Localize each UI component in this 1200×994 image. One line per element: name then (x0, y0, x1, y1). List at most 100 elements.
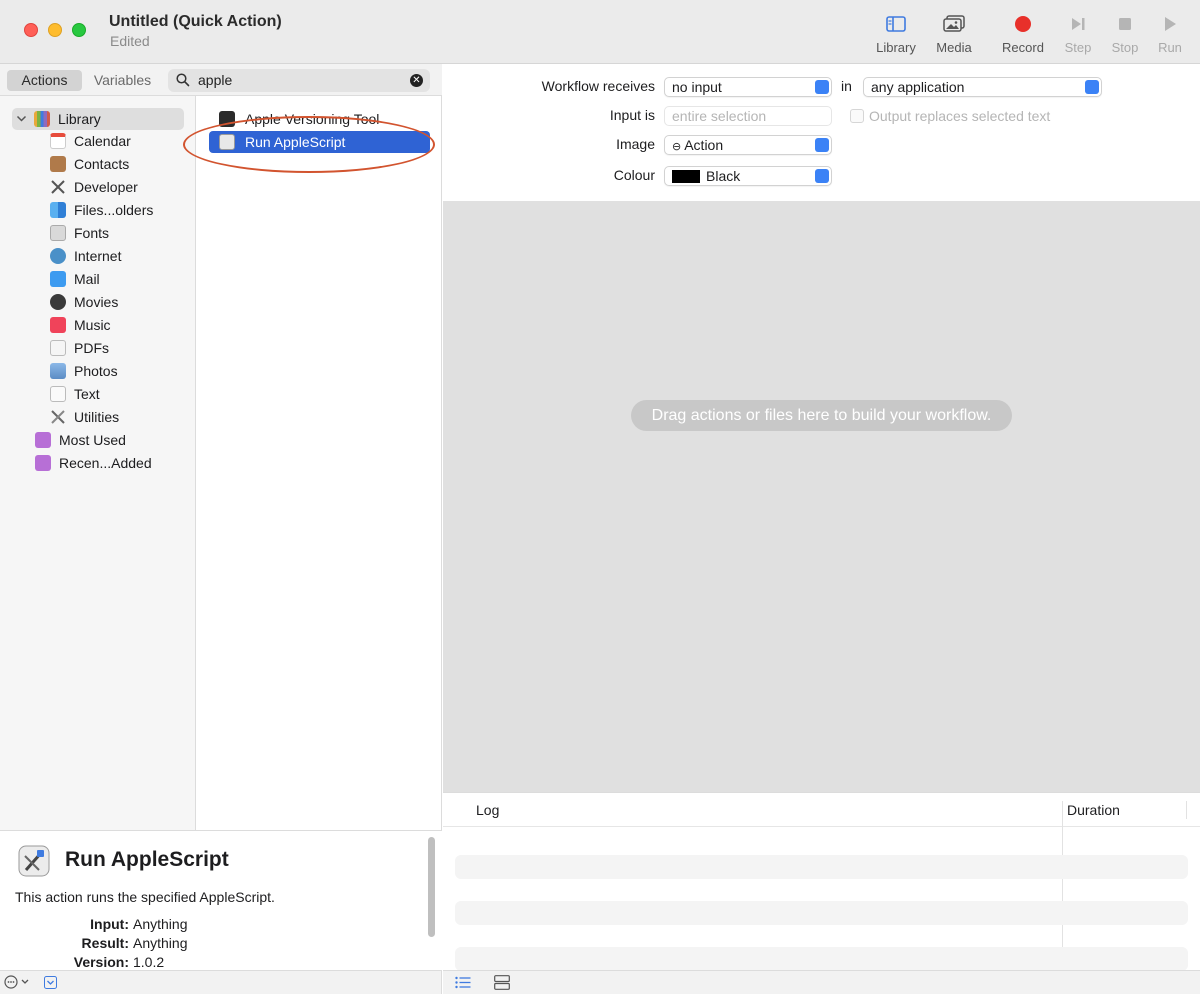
sidebar-item-label: Music (74, 317, 111, 333)
version-value: 1.0.2 (133, 954, 165, 970)
action-description-pane: Run AppleScript This action runs the spe… (0, 830, 442, 970)
sidebar-item-utilities[interactable]: Utilities (0, 406, 196, 428)
calendar-icon (50, 133, 66, 149)
application-popup[interactable]: any application (863, 77, 1102, 97)
text-icon (50, 386, 66, 402)
variables-tab[interactable]: Variables (86, 70, 159, 91)
zoom-window-button[interactable] (72, 23, 86, 37)
popup-stepper-icon (815, 138, 829, 152)
sidebar-item-developer[interactable]: Developer (0, 176, 196, 198)
clear-search-icon[interactable]: ✕ (410, 74, 423, 87)
log-pane: Log Duration (443, 792, 1200, 971)
sidebar-item-label: PDFs (74, 340, 109, 356)
record-icon (993, 10, 1053, 38)
library-root-item[interactable]: Library (12, 108, 184, 130)
sidebar-item-fonts[interactable]: Fonts (0, 222, 196, 244)
media-toolbar-button[interactable]: Media (924, 10, 984, 55)
input-is-value: entire selection (672, 108, 767, 124)
sidebar-item-label: Mail (74, 271, 100, 287)
colour-popup[interactable]: Black (664, 166, 832, 186)
sidebar-item-recently-added[interactable]: Recen...Added (0, 452, 196, 474)
sidebar-item-label: Calendar (74, 133, 131, 149)
variables-view-icon[interactable] (494, 975, 510, 993)
library-bottom-bar (0, 970, 442, 994)
sidebar-item-music[interactable]: Music (0, 314, 196, 336)
sidebar-item-label: Photos (74, 363, 118, 379)
sidebar-item-label: Files...olders (74, 202, 154, 218)
image-popup[interactable]: ⊖ Action (664, 135, 832, 155)
sidebar-item-pdfs[interactable]: PDFs (0, 337, 196, 359)
library-header-bar: Actions Variables apple ✕ (0, 64, 442, 96)
play-icon (1140, 10, 1200, 38)
terminal-icon (219, 111, 235, 127)
workflow-receives-popup[interactable]: no input (664, 77, 832, 97)
mail-icon (50, 271, 66, 287)
output-replaces-checkbox[interactable] (850, 109, 864, 123)
colour-swatch (672, 170, 700, 183)
minimize-window-button[interactable] (48, 23, 62, 37)
popup-stepper-icon (815, 109, 829, 123)
record-toolbar-button[interactable]: Record (993, 10, 1053, 55)
actions-tab[interactable]: Actions (7, 70, 82, 91)
search-input[interactable]: apple (198, 72, 232, 88)
sidebar-item-label: Recen...Added (59, 455, 152, 471)
photos-icon (50, 363, 66, 379)
action-gear-icon: ⊖ (672, 141, 682, 153)
sidebar-item-label: Utilities (74, 409, 120, 425)
sidebar-item-contacts[interactable]: Contacts (0, 153, 196, 175)
popup-stepper-icon (1085, 80, 1099, 94)
sidebar-item-photos[interactable]: Photos (0, 360, 196, 382)
window-subtitle: Edited (110, 33, 150, 49)
run-toolbar-label: Run (1158, 40, 1182, 55)
action-item-label: Apple Versioning Tool (245, 111, 380, 127)
workflow-drop-hint: Drag actions or files here to build your… (631, 400, 1012, 431)
sidebar-item-text[interactable]: Text (0, 383, 196, 405)
action-item-label: Run AppleScript (245, 134, 346, 150)
duration-column-header[interactable]: Duration (1067, 802, 1120, 818)
search-field[interactable]: apple ✕ (168, 69, 430, 92)
sidebar-item-label: Most Used (59, 432, 126, 448)
action-item-apple-versioning-tool[interactable]: Apple Versioning Tool (209, 108, 430, 130)
close-window-button[interactable] (24, 23, 38, 37)
title-bar: Untitled (Quick Action) Edited Library M… (0, 0, 1200, 64)
sidebar-item-label: Movies (74, 294, 119, 310)
workflow-canvas[interactable]: Drag actions or files here to build your… (443, 202, 1200, 792)
log-header: Log Duration (443, 793, 1200, 827)
library-toolbar-button[interactable]: Library (866, 10, 926, 55)
popup-stepper-icon (815, 169, 829, 183)
image-label: Image (616, 136, 655, 152)
record-toolbar-label: Record (1002, 40, 1044, 55)
media-toolbar-label: Media (936, 40, 972, 55)
action-item-run-applescript[interactable]: Run AppleScript (209, 131, 430, 153)
library-toolbar-label: Library (876, 40, 916, 55)
sidebar-item-movies[interactable]: Movies (0, 291, 196, 313)
result-key: Result: (81, 935, 129, 951)
library-list: Library Calendar Contacts Developer File… (0, 96, 196, 830)
sidebar-item-mail[interactable]: Mail (0, 268, 196, 290)
sidebar-item-internet[interactable]: Internet (0, 245, 196, 267)
result-value: Anything (133, 935, 188, 951)
sidebar-item-calendar[interactable]: Calendar (0, 130, 196, 152)
input-value: Anything (133, 916, 188, 932)
description-scrollbar[interactable] (428, 837, 435, 937)
window-title: Untitled (Quick Action) (109, 13, 282, 30)
input-is-label: Input is (609, 107, 655, 123)
smart-folder-icon (35, 432, 51, 448)
script-editor-icon (219, 134, 235, 150)
script-editor-icon (17, 844, 51, 878)
list-view-icon[interactable] (455, 976, 471, 992)
description-text: This action runs the specified AppleScri… (15, 889, 275, 905)
log-column-header[interactable]: Log (476, 802, 499, 818)
more-options-icon[interactable] (4, 975, 32, 992)
run-toolbar-button[interactable]: Run (1140, 10, 1200, 55)
contacts-icon (50, 156, 66, 172)
sidebar-item-files-folders[interactable]: Files...olders (0, 199, 196, 221)
workflow-bottom-bar (443, 970, 1200, 994)
description-toggle-icon[interactable] (44, 976, 57, 992)
input-is-popup[interactable]: entire selection (664, 106, 832, 126)
workflow-receives-value: no input (672, 79, 722, 95)
sidebar-item-most-used[interactable]: Most Used (0, 429, 196, 451)
movies-icon (50, 294, 66, 310)
sidebar-item-label: Text (74, 386, 100, 402)
application-value: any application (871, 79, 965, 95)
